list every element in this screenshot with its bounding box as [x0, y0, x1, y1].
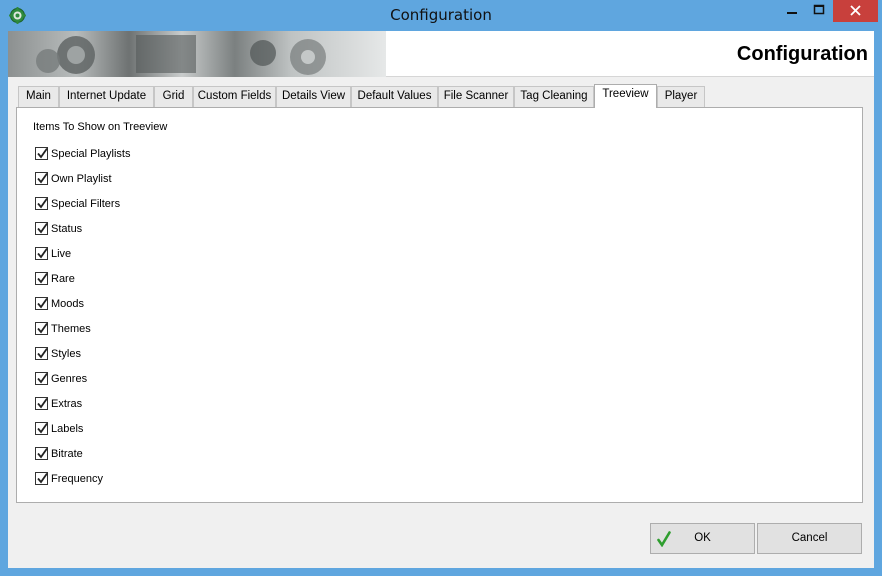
- tab-main[interactable]: Main: [18, 86, 59, 107]
- checkbox-label: Frequency: [51, 473, 103, 485]
- checkmark-icon: [37, 197, 48, 209]
- checkbox[interactable]: [35, 472, 48, 485]
- tab-custom-fields[interactable]: Custom Fields: [193, 86, 276, 107]
- checkbox[interactable]: [35, 172, 48, 185]
- checkbox-label: Status: [51, 223, 83, 235]
- checkmark-icon: [37, 247, 48, 259]
- ok-button[interactable]: OK: [650, 523, 755, 554]
- tab-treeview[interactable]: Treeview: [594, 84, 657, 108]
- checkmark-icon: [37, 447, 48, 459]
- checkmark-icon: [37, 472, 48, 484]
- client-area: Configuration Main Internet Update Grid …: [8, 31, 874, 568]
- checkbox-label: Special Playlists: [51, 148, 131, 160]
- cancel-label: Cancel: [791, 532, 828, 544]
- checkbox[interactable]: [35, 447, 48, 460]
- tab-file-scanner[interactable]: File Scanner: [438, 86, 514, 107]
- checkbox[interactable]: [35, 422, 48, 435]
- checkbox-label: Genres: [51, 373, 88, 385]
- tab-player[interactable]: Player: [657, 86, 705, 107]
- checkbox-label: Special Filters: [51, 198, 121, 210]
- tab-default-values[interactable]: Default Values: [351, 86, 438, 107]
- group-title: Items To Show on Treeview: [33, 121, 168, 133]
- checkmark-icon: [37, 172, 48, 184]
- checkbox[interactable]: [35, 222, 48, 235]
- checkmark-icon: [37, 222, 48, 234]
- maximize-icon: [813, 4, 825, 15]
- checkmark-icon: [37, 322, 48, 334]
- checkbox-label: Own Playlist: [51, 173, 112, 185]
- checkmark-icon: [657, 531, 671, 547]
- checkmark-icon: [37, 297, 48, 309]
- minimize-button[interactable]: [778, 0, 806, 22]
- banner-image: [8, 31, 386, 77]
- ok-label: OK: [694, 532, 711, 544]
- maximize-button[interactable]: [806, 0, 833, 22]
- tab-internet-update[interactable]: Internet Update: [59, 86, 154, 107]
- checkbox-label: Themes: [51, 323, 91, 335]
- checkmark-icon: [37, 397, 48, 409]
- tab-grid[interactable]: Grid: [154, 86, 193, 107]
- minimize-icon: [787, 12, 797, 14]
- checkmark-icon: [37, 372, 48, 384]
- checkbox-label: Moods: [51, 298, 85, 310]
- configuration-window: Configuration Configuration Main Interne…: [0, 0, 882, 576]
- checkbox[interactable]: [35, 347, 48, 360]
- checkbox-label: Live: [51, 248, 72, 260]
- header-banner: Configuration: [8, 31, 874, 77]
- checkbox-label: Extras: [51, 398, 83, 410]
- close-button[interactable]: [833, 0, 878, 22]
- checkbox[interactable]: [35, 322, 48, 335]
- checkmark-icon: [37, 147, 48, 159]
- checkbox-label: Rare: [51, 273, 75, 285]
- checkbox[interactable]: [35, 272, 48, 285]
- checkmark-icon: [37, 347, 48, 359]
- banner-title: Configuration: [736, 43, 868, 65]
- checkbox[interactable]: [35, 147, 48, 160]
- close-icon: [850, 5, 861, 16]
- tab-tag-cleaning[interactable]: Tag Cleaning: [514, 86, 594, 107]
- title-bar[interactable]: Configuration: [0, 0, 882, 31]
- checkbox[interactable]: [35, 397, 48, 410]
- checkbox[interactable]: [35, 247, 48, 260]
- window-title: Configuration: [390, 6, 492, 24]
- treeview-panel: Items To Show on Treeview Special Playli…: [16, 107, 863, 503]
- checkmark-icon: [37, 272, 48, 284]
- checkbox-label: Bitrate: [51, 448, 83, 460]
- checkmark-icon: [37, 422, 48, 434]
- checkbox[interactable]: [35, 372, 48, 385]
- checkbox[interactable]: [35, 197, 48, 210]
- cancel-button[interactable]: Cancel: [757, 523, 862, 554]
- tab-details-view[interactable]: Details View: [276, 86, 351, 107]
- checkbox[interactable]: [35, 297, 48, 310]
- checkbox-label: Styles: [51, 348, 81, 360]
- checkbox-label: Labels: [51, 423, 84, 435]
